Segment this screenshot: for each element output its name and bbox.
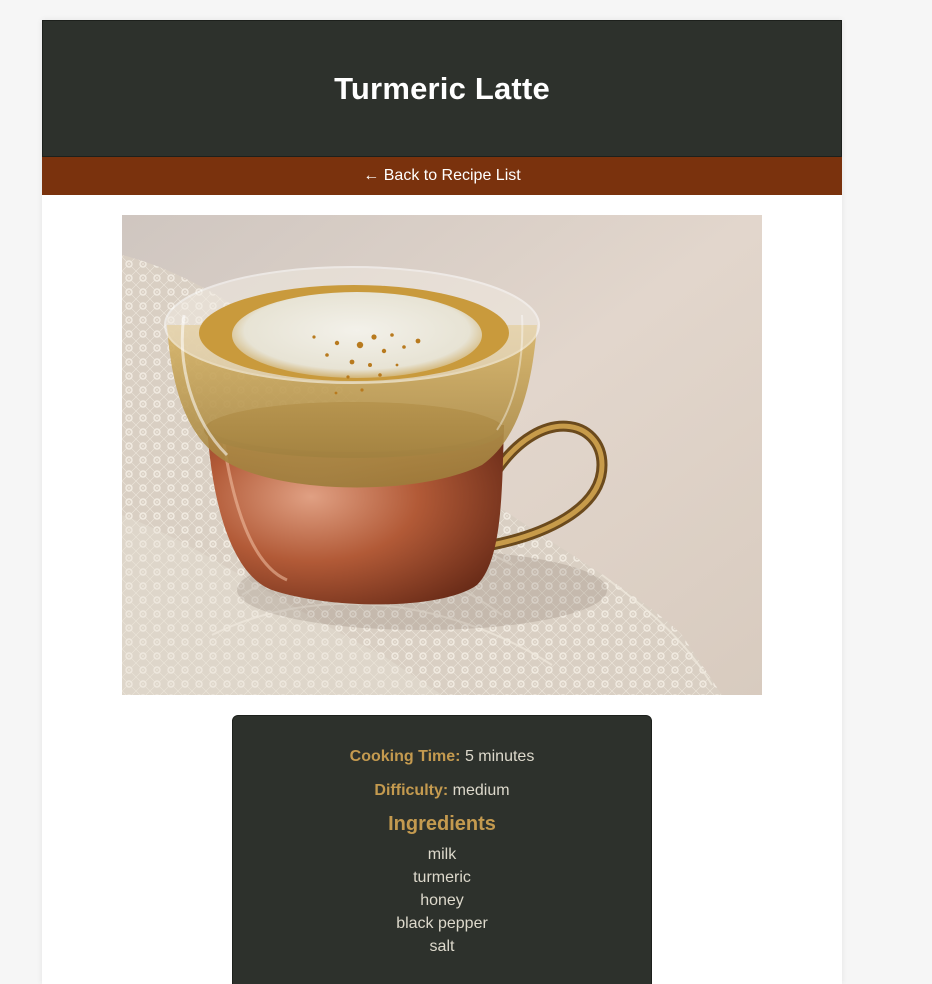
cooking-time-row: Cooking Time: 5 minutes	[233, 747, 651, 767]
difficulty-value: medium	[452, 782, 510, 799]
cooking-time-value: 5 minutes	[464, 748, 535, 765]
ingredient-item: milk	[427, 846, 457, 863]
difficulty-row: Difficulty: medium	[233, 781, 651, 801]
page-title: Turmeric Latte	[334, 70, 550, 106]
ingredient-item: black pepper	[396, 915, 488, 932]
recipe-info-card: Cooking Time: 5 minutes Difficulty: medi…	[232, 715, 652, 984]
recipe-page: Turmeric Latte ← Back to Recipe List Coo…	[42, 20, 842, 984]
cooking-time-label: Cooking Time:	[349, 748, 461, 765]
page-header: Turmeric Latte	[42, 20, 842, 157]
back-nav-bar: ← Back to Recipe List	[42, 157, 842, 195]
ingredient-item: honey	[420, 892, 464, 909]
back-to-recipe-list-link[interactable]: ← Back to Recipe List	[363, 167, 520, 185]
difficulty-label: Difficulty:	[374, 782, 449, 799]
ingredient-item: salt	[429, 938, 455, 955]
ingredients-list: milk turmeric honey black pepper salt	[233, 843, 651, 958]
recipe-photo	[122, 215, 762, 695]
ingredient-item: turmeric	[413, 869, 471, 886]
ingredients-heading: Ingredients	[388, 813, 496, 835]
